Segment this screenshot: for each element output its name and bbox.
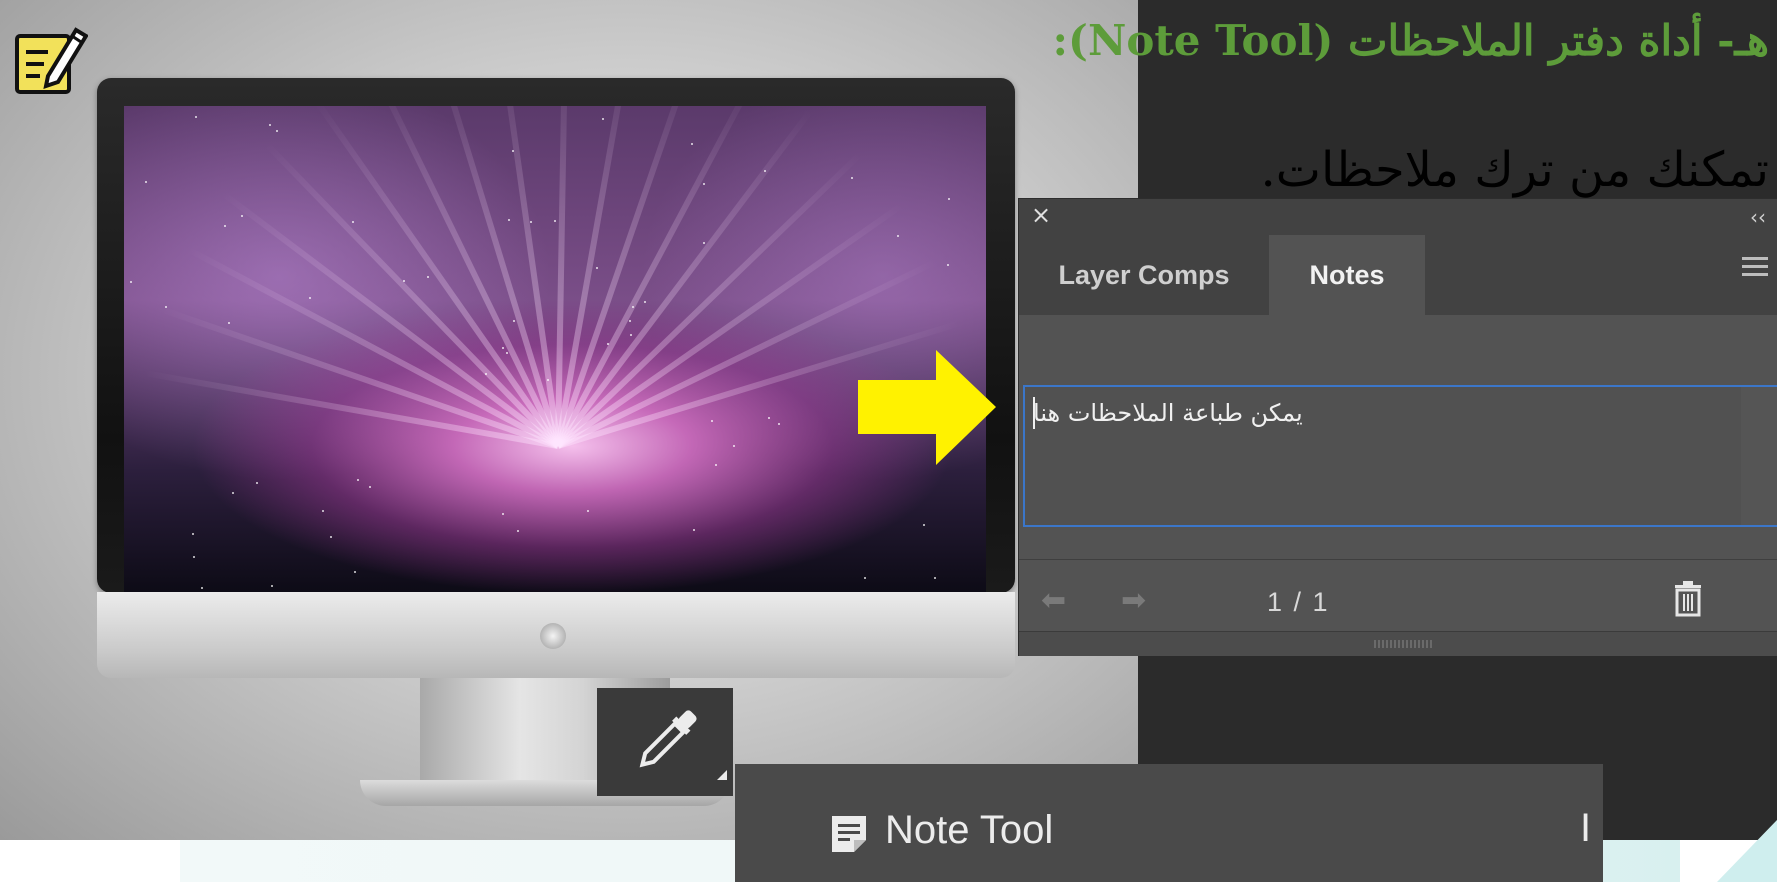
wallpaper-star	[586, 509, 589, 512]
wallpaper-star	[353, 570, 356, 573]
wallpaper-star	[427, 276, 430, 279]
wallpaper-star	[357, 478, 360, 481]
textarea-scrollbar[interactable]	[1741, 387, 1777, 525]
wallpaper-star	[517, 529, 520, 532]
wallpaper-star	[947, 197, 950, 200]
wallpaper-star	[863, 576, 866, 579]
tab-layer-comps[interactable]: Layer Comps	[1019, 235, 1269, 315]
wallpaper-star	[595, 266, 598, 269]
wallpaper-star	[369, 485, 372, 488]
wallpaper-star	[529, 220, 532, 223]
wallpaper-star	[850, 176, 853, 179]
resize-grip[interactable]	[1374, 640, 1434, 648]
note-tool-label: Note Tool	[885, 808, 1054, 852]
panel-menu-icon[interactable]	[1742, 257, 1768, 281]
panel-titlebar	[1019, 199, 1777, 235]
corner-decoration	[1717, 820, 1777, 882]
wallpaper-star	[690, 143, 693, 146]
previous-note-icon[interactable]: ⬅	[1041, 583, 1066, 618]
wallpaper-star	[508, 219, 511, 222]
note-icon	[830, 814, 868, 854]
wallpaper-star	[322, 509, 325, 512]
wallpaper-star	[201, 587, 204, 590]
wallpaper-star	[778, 423, 781, 426]
wallpaper-star	[947, 263, 950, 266]
wallpaper-star	[506, 352, 509, 355]
wallpaper-star	[630, 333, 633, 336]
slide-subtitle: تمكنك من ترك ملاحظات.	[1260, 142, 1769, 198]
wallpaper-star	[191, 533, 194, 536]
wallpaper-ray	[220, 191, 560, 449]
wallpaper-star	[231, 491, 234, 494]
wallpaper-star	[607, 342, 610, 345]
note-text-field[interactable]: يمكن طباعة الملاحظات هنا	[1023, 385, 1777, 527]
wallpaper-star	[145, 181, 148, 184]
panel-bottom-bar	[1019, 631, 1777, 656]
wallpaper-ray	[555, 108, 814, 448]
monitor-logo	[540, 623, 566, 649]
eyedropper-icon	[639, 710, 727, 780]
wallpaper-star	[922, 524, 925, 527]
wallpaper-star	[329, 535, 332, 538]
wallpaper-star	[502, 513, 505, 516]
wallpaper-star	[269, 124, 272, 127]
wallpaper-star	[733, 445, 736, 448]
wallpaper-star	[710, 420, 713, 423]
trash-icon[interactable]	[1673, 581, 1703, 617]
wallpaper-star	[643, 301, 646, 304]
notes-panel: × ‹‹ Layer Comps Notes يمكن طباعة الملاح…	[1018, 198, 1777, 656]
wallpaper-star	[351, 221, 354, 224]
edit-note-icon	[14, 24, 89, 98]
wallpaper-star	[223, 224, 226, 227]
next-note-icon[interactable]: ➡	[1121, 583, 1146, 618]
wallpaper-star	[130, 280, 133, 283]
collapse-icon[interactable]: ‹‹	[1750, 205, 1766, 229]
wallpaper-ray	[556, 202, 904, 449]
wallpaper-star	[309, 297, 312, 300]
wallpaper-star	[228, 321, 231, 324]
wallpaper-star	[693, 528, 696, 531]
wallpaper-star	[275, 130, 278, 133]
wallpaper-star	[628, 320, 631, 323]
wallpaper-star	[501, 346, 504, 349]
wallpaper-star	[632, 305, 635, 308]
wallpaper-star	[256, 481, 259, 484]
wallpaper-star	[602, 117, 605, 120]
note-text: يمكن طباعة الملاحظات هنا	[1033, 399, 1303, 427]
wallpaper-star	[192, 556, 195, 559]
wallpaper-star	[546, 378, 549, 381]
note-tool-shortcut: I	[1580, 806, 1592, 850]
slide-title: هـ- أداة دفتر الملاحظات (Note Tool):	[1052, 16, 1769, 65]
wallpaper-star	[553, 220, 556, 223]
wallpaper-star	[933, 577, 936, 580]
footer-divider	[1019, 559, 1777, 560]
monitor-screen-wallpaper	[124, 106, 986, 592]
note-counter: 1 / 1	[1267, 587, 1330, 617]
eyedropper-tool-button[interactable]	[597, 688, 733, 796]
close-icon[interactable]: ×	[1031, 201, 1051, 229]
wallpaper-star	[194, 116, 197, 119]
wallpaper-ray	[314, 106, 561, 448]
tab-notes[interactable]: Notes	[1269, 235, 1425, 315]
wallpaper-star	[715, 464, 718, 467]
wallpaper-star	[896, 234, 899, 237]
wallpaper-star	[402, 279, 405, 282]
tab-bar-filler	[1425, 235, 1777, 315]
wallpaper-star	[241, 214, 244, 217]
yellow-arrow-icon	[858, 350, 996, 465]
wallpaper-star	[703, 182, 706, 185]
wallpaper-star	[512, 319, 515, 322]
wallpaper-star	[768, 417, 771, 420]
wallpaper-star	[270, 585, 273, 587]
note-tool-flyout[interactable]: Note Tool I	[735, 764, 1603, 882]
